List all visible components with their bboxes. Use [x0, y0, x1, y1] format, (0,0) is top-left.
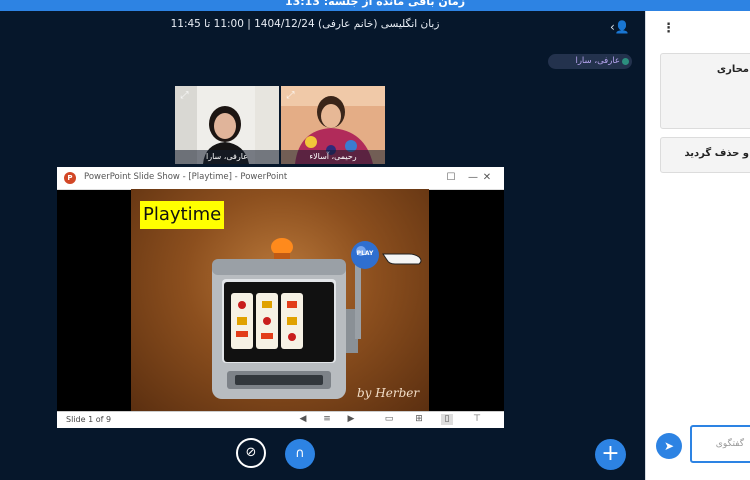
- side-panel: ⋮ محاری و حذف گردید ➤ گفتگوی: [645, 11, 750, 480]
- slide-canvas[interactable]: Playtime PLAY by Herber: [131, 189, 429, 411]
- notification-card: محاری: [660, 53, 750, 129]
- card-text: و حذف گردید: [684, 148, 749, 159]
- headphones-icon[interactable]: ∩: [285, 439, 315, 469]
- user-icon[interactable]: ‹👤: [610, 20, 630, 36]
- kebab-menu-icon[interactable]: ⋮: [662, 21, 675, 36]
- session-timer-banner: زمان باقی مانده از جلسه: 13:13: [0, 0, 750, 11]
- expand-icon[interactable]: ⤢: [284, 89, 297, 102]
- powerpoint-window[interactable]: P PowerPoint Slide Show - [Playtime] - P…: [57, 167, 504, 428]
- expand-icon[interactable]: ⤢: [178, 89, 191, 102]
- webcam-name: رحیمی، آسالاء: [281, 150, 385, 164]
- play-button[interactable]: PLAY: [355, 250, 375, 257]
- camera-off-icon[interactable]: ⊘: [236, 438, 266, 468]
- powerpoint-icon: P: [64, 172, 76, 184]
- ppt-window-title: PowerPoint Slide Show - [Playtime] - Pow…: [84, 172, 288, 182]
- presenter-status-dot: [622, 58, 629, 65]
- session-title: زبان انگلیسی (خانم عارفی) 1404/12/24 | 1…: [170, 18, 440, 30]
- webcam-tile[interactable]: ⤢ رحیمی، آسالاء: [281, 86, 385, 164]
- ppt-status-bar: Slide 1 of 9 ◀ ≡ ▶ ▭ ⊞ ▯ ⊤: [57, 411, 504, 428]
- ppt-titlebar: P PowerPoint Slide Show - [Playtime] - P…: [57, 167, 504, 190]
- pointing-hand-icon: [382, 253, 422, 265]
- chat-input[interactable]: گفتگوی: [690, 425, 750, 463]
- slide-list-icon[interactable]: ≡: [321, 414, 333, 425]
- webcam-name: عارفی، سارا: [175, 150, 279, 164]
- slide-credit: by Herber: [357, 386, 420, 400]
- slide-sorter-icon[interactable]: ⊞: [413, 414, 425, 425]
- presenter-name: عارفی، سارا: [575, 56, 620, 66]
- webcam-tile[interactable]: ⤢ عارفی، سارا: [175, 86, 279, 164]
- card-text: محاری: [716, 64, 749, 75]
- slot-machine-illustration: [212, 238, 379, 399]
- restore-button[interactable]: ☐: [443, 170, 459, 186]
- slideshow-view-icon[interactable]: ⊤: [471, 414, 483, 425]
- plus-icon[interactable]: +: [595, 439, 626, 470]
- presenter-badge: عارفی، سارا: [548, 54, 632, 69]
- reading-view-icon[interactable]: ▯: [441, 414, 453, 425]
- slide-counter: Slide 1 of 9: [66, 415, 112, 424]
- previous-slide-icon[interactable]: ◀: [297, 414, 309, 425]
- notification-card: و حذف گردید: [660, 137, 750, 173]
- close-button[interactable]: ✕: [479, 170, 495, 186]
- next-slide-icon[interactable]: ▶: [345, 414, 357, 425]
- normal-view-icon[interactable]: ▭: [383, 414, 395, 425]
- send-icon[interactable]: ➤: [656, 433, 682, 459]
